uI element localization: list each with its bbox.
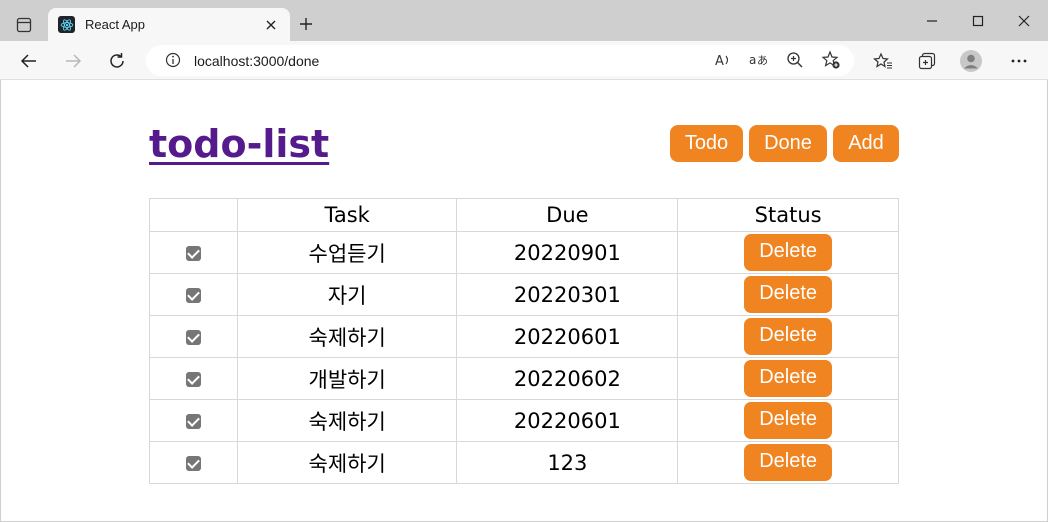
row-check-cell bbox=[149, 357, 238, 400]
collections-icon[interactable] bbox=[916, 50, 938, 72]
address-bar[interactable]: localhost:3000/done A aあ bbox=[146, 45, 854, 76]
back-icon[interactable] bbox=[18, 50, 40, 72]
header-due: Due bbox=[456, 198, 679, 232]
due-cell: 20220602 bbox=[456, 357, 679, 400]
table-row: 숙제하기 20220601 Delete bbox=[149, 315, 899, 358]
task-cell: 숙제하기 bbox=[236, 399, 458, 442]
read-aloud-icon[interactable]: A bbox=[712, 49, 734, 71]
task-cell: 숙제하기 bbox=[236, 441, 458, 484]
completed-checkbox[interactable] bbox=[185, 288, 201, 303]
due-cell: 123 bbox=[456, 441, 679, 484]
task-cell: 개발하기 bbox=[236, 357, 458, 400]
more-menu-icon[interactable] bbox=[1008, 50, 1030, 72]
refresh-icon[interactable] bbox=[106, 50, 128, 72]
add-nav-button[interactable]: Add bbox=[833, 125, 899, 162]
delete-button[interactable]: Delete bbox=[744, 444, 833, 481]
table-row: 자기 20220301 Delete bbox=[149, 273, 899, 316]
translate-icon[interactable]: aあ bbox=[748, 49, 770, 71]
forward-icon[interactable] bbox=[62, 50, 84, 72]
browser-toolbar: localhost:3000/done A aあ bbox=[0, 41, 1048, 80]
header-task: Task bbox=[236, 198, 458, 232]
task-cell: 숙제하기 bbox=[236, 315, 458, 358]
completed-checkbox[interactable] bbox=[185, 456, 201, 471]
row-check-cell bbox=[149, 231, 238, 274]
table-header-row: Task Due Status bbox=[149, 198, 899, 232]
delete-button[interactable]: Delete bbox=[744, 276, 833, 313]
row-check-cell bbox=[149, 399, 238, 442]
tab-title: React App bbox=[85, 17, 145, 32]
svg-text:A: A bbox=[715, 54, 724, 69]
delete-button[interactable]: Delete bbox=[744, 402, 833, 439]
row-check-cell bbox=[149, 273, 238, 316]
row-check-cell bbox=[149, 315, 238, 358]
delete-button[interactable]: Delete bbox=[744, 318, 833, 355]
due-cell: 20220301 bbox=[456, 273, 679, 316]
task-cell: 자기 bbox=[236, 273, 458, 316]
tab-actions-icon[interactable] bbox=[13, 14, 35, 36]
table-row: 개발하기 20220602 Delete bbox=[149, 357, 899, 400]
due-cell: 20220901 bbox=[456, 231, 679, 274]
tasks-table-body: 수업듣기 20220901 Delete 자기 20220301 Delete 숙제하기 20… bbox=[149, 231, 899, 484]
browser-titlebar: React App bbox=[0, 0, 1048, 41]
status-cell: Delete bbox=[677, 231, 899, 274]
table-row: 수업듣기 20220901 Delete bbox=[149, 231, 899, 274]
status-cell: Delete bbox=[677, 357, 899, 400]
profile-avatar-icon[interactable] bbox=[960, 50, 982, 72]
svg-text:a: a bbox=[749, 53, 756, 67]
browser-tab[interactable]: React App bbox=[48, 8, 290, 41]
status-cell: Delete bbox=[677, 441, 899, 484]
tasks-table: Task Due Status 수업듣기 20220901 Delete 자기 2022… bbox=[149, 198, 899, 484]
header-status: Status bbox=[677, 198, 899, 232]
due-cell: 20220601 bbox=[456, 399, 679, 442]
table-row: 숙제하기 123 Delete bbox=[149, 441, 899, 484]
completed-checkbox[interactable] bbox=[185, 330, 201, 345]
completed-checkbox[interactable] bbox=[185, 246, 201, 261]
close-window-icon[interactable] bbox=[1014, 12, 1034, 30]
completed-checkbox[interactable] bbox=[185, 372, 201, 387]
status-cell: Delete bbox=[677, 315, 899, 358]
status-cell: Delete bbox=[677, 273, 899, 316]
delete-button[interactable]: Delete bbox=[744, 360, 833, 397]
delete-button[interactable]: Delete bbox=[744, 234, 833, 271]
favorites-icon[interactable] bbox=[872, 50, 894, 72]
task-cell: 수업듣기 bbox=[236, 231, 458, 274]
maximize-icon[interactable] bbox=[968, 12, 988, 30]
site-info-icon[interactable] bbox=[162, 49, 184, 71]
status-cell: Delete bbox=[677, 399, 899, 442]
completed-checkbox[interactable] bbox=[185, 414, 201, 429]
react-logo-icon bbox=[58, 16, 75, 33]
due-cell: 20220601 bbox=[456, 315, 679, 358]
row-check-cell bbox=[149, 441, 238, 484]
zoom-icon[interactable] bbox=[784, 49, 806, 71]
page-viewport: todo-list Todo Done Add Task Due Status … bbox=[1, 80, 1047, 521]
minimize-icon[interactable] bbox=[922, 12, 942, 30]
close-tab-icon[interactable] bbox=[262, 16, 280, 34]
new-tab-icon[interactable] bbox=[296, 14, 316, 34]
add-favorite-icon[interactable] bbox=[820, 49, 842, 71]
app-title-link[interactable]: todo-list bbox=[149, 122, 329, 166]
todo-nav-button[interactable]: Todo bbox=[670, 125, 743, 162]
svg-text:あ: あ bbox=[757, 54, 768, 67]
url-text: localhost:3000/done bbox=[194, 53, 320, 69]
header-check bbox=[149, 198, 238, 232]
done-nav-button[interactable]: Done bbox=[749, 125, 827, 162]
table-row: 숙제하기 20220601 Delete bbox=[149, 399, 899, 442]
